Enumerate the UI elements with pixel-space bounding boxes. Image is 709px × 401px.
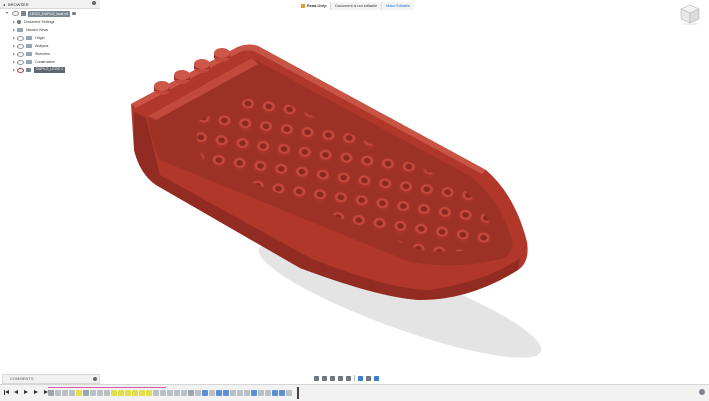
timeline-feature[interactable] xyxy=(216,390,222,396)
orbit-icon[interactable] xyxy=(314,375,319,381)
timeline-bar xyxy=(0,384,709,401)
timeline-feature[interactable] xyxy=(125,390,131,396)
gear-icon[interactable] xyxy=(699,389,705,395)
grid-settings-icon[interactable] xyxy=(365,375,371,381)
timeline-feature[interactable] xyxy=(223,390,229,396)
comments-panel[interactable]: COMMENTS xyxy=(2,374,100,384)
timeline-feature[interactable] xyxy=(97,390,103,396)
timeline-feature[interactable] xyxy=(244,390,250,396)
timeline-marker[interactable] xyxy=(297,387,299,399)
comments-title: COMMENTS xyxy=(10,377,34,381)
timeline-feature[interactable] xyxy=(181,390,187,396)
zoom-icon[interactable] xyxy=(338,375,343,381)
timeline-feature[interactable] xyxy=(167,390,173,396)
timeline-feature[interactable] xyxy=(230,390,236,396)
timeline-feature[interactable] xyxy=(195,390,201,396)
timeline-feature[interactable] xyxy=(237,390,243,396)
add-comment-icon[interactable] xyxy=(93,376,97,381)
timeline-feature[interactable] xyxy=(209,390,215,396)
timeline-feature[interactable] xyxy=(132,390,138,396)
timeline-feature[interactable] xyxy=(62,390,68,396)
timeline-feature[interactable] xyxy=(146,390,152,396)
timeline-feature[interactable] xyxy=(48,390,54,396)
timeline-feature[interactable] xyxy=(83,390,89,396)
step-back-icon[interactable] xyxy=(13,389,19,395)
pan-icon[interactable] xyxy=(330,375,335,381)
timeline-track xyxy=(48,388,292,398)
toolbar-divider xyxy=(354,375,355,381)
timeline-feature[interactable] xyxy=(111,390,117,396)
timeline-feature[interactable] xyxy=(258,390,264,396)
navigation-toolbar xyxy=(314,374,379,382)
viewports-icon[interactable] xyxy=(373,375,379,381)
timeline-feature[interactable] xyxy=(251,390,257,396)
timeline-feature[interactable] xyxy=(272,390,278,396)
timeline-feature[interactable] xyxy=(188,390,194,396)
timeline-feature[interactable] xyxy=(104,390,110,396)
go-to-start-icon[interactable] xyxy=(3,389,9,395)
timeline-controls xyxy=(3,389,49,395)
timeline-feature[interactable] xyxy=(55,390,61,396)
timeline-feature[interactable] xyxy=(153,390,159,396)
step-forward-icon[interactable] xyxy=(33,389,39,395)
display-settings-icon[interactable] xyxy=(357,375,363,381)
fit-icon[interactable] xyxy=(346,375,351,381)
timeline-feature[interactable] xyxy=(202,390,208,396)
timeline-feature[interactable] xyxy=(139,390,145,396)
boat-model[interactable] xyxy=(0,0,709,400)
look-at-icon[interactable] xyxy=(322,375,327,381)
timeline-feature[interactable] xyxy=(118,390,124,396)
timeline-feature[interactable] xyxy=(160,390,166,396)
play-icon[interactable] xyxy=(23,389,29,395)
timeline-feature[interactable] xyxy=(265,390,271,396)
timeline-feature[interactable] xyxy=(286,390,292,396)
timeline-feature[interactable] xyxy=(174,390,180,396)
timeline-feature[interactable] xyxy=(69,390,75,396)
timeline-feature[interactable] xyxy=(279,390,285,396)
timeline-feature[interactable] xyxy=(90,390,96,396)
timeline-feature[interactable] xyxy=(76,390,82,396)
